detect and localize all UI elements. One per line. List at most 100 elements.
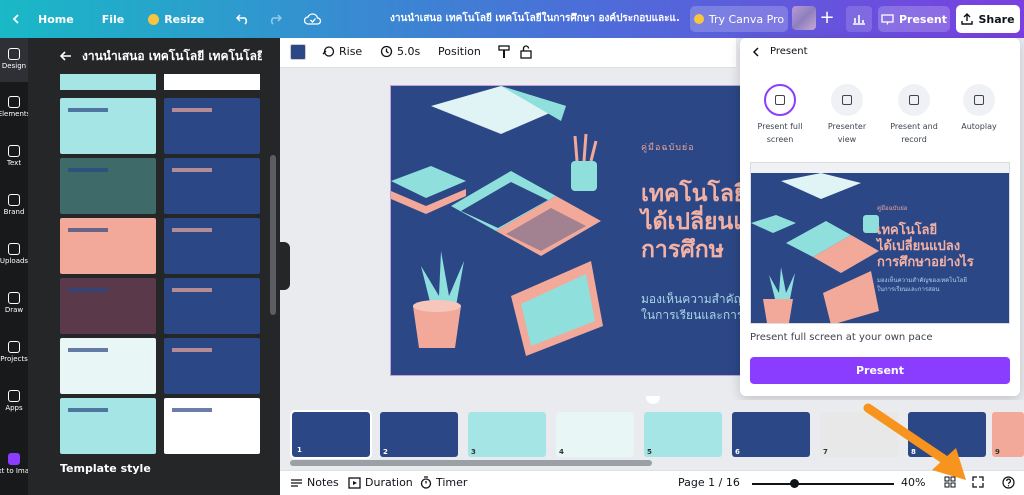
cloud-save-button[interactable]	[298, 6, 328, 32]
present-caption: Present full screen at your own pace	[750, 332, 933, 343]
timer-label: Timer	[436, 476, 468, 489]
page-number: 8	[911, 448, 916, 456]
present-panel-header[interactable]: Present	[752, 46, 808, 57]
duration-value: 5.0s	[397, 45, 421, 58]
template-thumbnail[interactable]	[164, 98, 260, 154]
template-thumbnail[interactable]	[60, 98, 156, 154]
panel-collapse-handle[interactable]	[280, 242, 290, 290]
template-thumbnail[interactable]	[164, 398, 260, 454]
resize-button[interactable]: Resize	[142, 6, 210, 32]
duration-icon	[348, 476, 361, 489]
slide-heading-line: การศึกษ	[641, 237, 724, 263]
template-thumbnail[interactable]	[164, 278, 260, 334]
elements-icon	[8, 96, 20, 108]
help-button[interactable]	[1002, 476, 1015, 489]
share-label: Share	[978, 12, 1015, 26]
template-thumbnail[interactable]	[60, 158, 156, 214]
notes-icon	[291, 478, 302, 487]
try-pro-label: Try Canva Pro	[708, 12, 785, 26]
template-thumbnail[interactable]	[60, 398, 156, 454]
home-label: Home	[38, 12, 74, 26]
rail-item-text[interactable]: Text	[0, 135, 28, 179]
page-thumbnail[interactable]: 1	[290, 410, 372, 459]
panel-scrollbar[interactable]	[270, 155, 276, 315]
style-paint-button[interactable]	[498, 45, 511, 59]
filmstrip-toggle[interactable]	[646, 396, 660, 404]
present-button-top[interactable]: Present	[878, 6, 950, 32]
duration-button[interactable]: 5.0s	[380, 45, 420, 58]
brand-icon	[8, 194, 20, 206]
template-thumbnail[interactable]	[164, 338, 260, 394]
page-thumbnail[interactable]: 4	[556, 412, 634, 457]
template-thumbnail[interactable]	[60, 338, 156, 394]
rail-item-draw[interactable]: Draw	[0, 282, 28, 326]
present-action-button[interactable]: Present	[750, 357, 1010, 384]
timer-button[interactable]: Timer	[420, 476, 467, 489]
template-thumbnail[interactable]	[60, 218, 156, 274]
template-thumbnail[interactable]	[164, 74, 260, 90]
duration-toggle[interactable]: Duration	[348, 476, 413, 489]
add-collaborator-icon[interactable]: +	[818, 6, 836, 30]
page-number: 4	[559, 448, 564, 456]
present-option-record[interactable]: Present and record	[886, 84, 942, 146]
present-option-play[interactable]: Autoplay	[951, 84, 1007, 133]
present-panel-title: Present	[770, 46, 808, 57]
avatar[interactable]	[792, 6, 816, 30]
back-button[interactable]	[4, 6, 28, 32]
template-thumbnail[interactable]	[164, 158, 260, 214]
fullscreen-button[interactable]	[972, 476, 984, 488]
arrow-left-icon[interactable]	[60, 50, 72, 62]
share-button[interactable]: Share	[956, 5, 1020, 33]
draw-icon	[8, 292, 20, 304]
present-option-presenter-view[interactable]: Presenter view	[819, 84, 875, 146]
page-thumbnail[interactable]: 2	[380, 412, 458, 457]
page-thumbnail[interactable]: 9	[992, 412, 1024, 457]
lock-button[interactable]	[520, 45, 532, 59]
home-button[interactable]: Home	[32, 6, 80, 32]
page-thumbnail[interactable]: 7	[820, 412, 898, 457]
rail-item-uploads[interactable]: Uploads	[0, 233, 28, 277]
zoom-slider[interactable]	[752, 483, 894, 485]
top-header: Home File Resize งานนำเสนอ เทคโนโลยี เทค…	[0, 0, 1024, 38]
insights-button[interactable]	[846, 6, 872, 32]
rail-item-brand[interactable]: Brand	[0, 184, 28, 228]
background-color-swatch[interactable]	[290, 44, 306, 60]
file-menu[interactable]: File	[96, 6, 131, 32]
template-thumbnail[interactable]	[60, 278, 156, 334]
present-option-fullscreen[interactable]: Present full screen	[752, 84, 808, 146]
rail-item-projects[interactable]: Projects	[0, 331, 28, 375]
rail-item-design[interactable]: Design	[0, 38, 28, 82]
grid-view-button[interactable]	[944, 476, 956, 488]
undo-button[interactable]	[230, 6, 256, 32]
position-button[interactable]: Position	[438, 45, 481, 58]
cloud-check-icon	[304, 13, 322, 25]
resize-label: Resize	[164, 12, 205, 26]
template-thumbnail[interactable]	[60, 74, 156, 90]
page-thumbnail[interactable]: 6	[732, 412, 810, 457]
apps-icon	[8, 390, 20, 402]
zoom-value[interactable]: 40%	[901, 476, 925, 489]
notes-label: Notes	[307, 476, 339, 489]
zoom-slider-handle[interactable]	[790, 479, 800, 488]
animation-rise-button[interactable]: Rise	[322, 45, 362, 58]
page-thumbnail[interactable]: 3	[468, 412, 546, 457]
bottom-bar: Notes Duration Timer Page 1 / 16 40%	[280, 470, 1024, 495]
try-canva-pro-button[interactable]: Try Canva Pro	[690, 6, 788, 32]
page-number: 1	[297, 446, 302, 454]
rail-item-apps[interactable]: Apps	[0, 380, 28, 424]
redo-icon	[271, 14, 283, 25]
document-title[interactable]: งานนำเสนอ เทคโนโลยี เทคโนโลยีในการศึกษา …	[390, 11, 680, 26]
rail-item-elements[interactable]: Elements	[0, 86, 30, 130]
record-icon	[898, 84, 930, 116]
rail-item-text-to-image[interactable]: Text to Image	[0, 443, 38, 487]
page-thumbnail[interactable]: 8	[908, 412, 986, 457]
template-thumbnail[interactable]	[164, 218, 260, 274]
notes-button[interactable]: Notes	[290, 476, 339, 489]
filmstrip-scrollbar[interactable]	[290, 460, 652, 466]
redo-button[interactable]	[262, 6, 288, 32]
page-thumbnail[interactable]: 5	[644, 412, 722, 457]
undo-icon	[236, 14, 248, 25]
page-number: 5	[647, 448, 652, 456]
panel-header: งานนำเสนอ เทคโนโลยี เทคโนโลยี	[28, 38, 280, 74]
expand-icon	[972, 476, 984, 488]
